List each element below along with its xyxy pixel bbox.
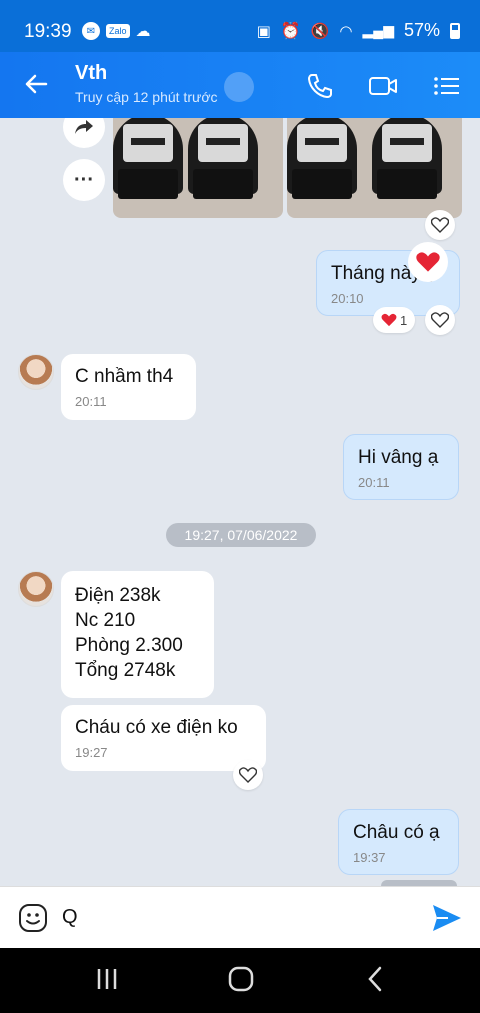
message-line: Tổng 2748k xyxy=(75,660,176,681)
message-input[interactable]: Q xyxy=(62,906,78,929)
heart-reaction-icon xyxy=(408,242,448,282)
meter-image xyxy=(113,118,183,199)
home-icon[interactable] xyxy=(228,966,254,992)
zalo-icon: Zalo xyxy=(106,24,130,38)
back-arrow-icon[interactable] xyxy=(22,70,50,98)
meter-photo-1[interactable] xyxy=(113,118,283,218)
notification-icons: ✉ Zalo ☁ xyxy=(82,22,151,40)
messenger-bubble-icon xyxy=(224,72,254,102)
message-outgoing[interactable]: Hi vâng ạ 20:11 xyxy=(343,434,459,500)
reaction-count-value: 1 xyxy=(400,312,408,328)
date-separator: 19:27, 07/06/2022 xyxy=(166,523,316,547)
battery-icon xyxy=(450,22,460,39)
message-input-bar: Q xyxy=(0,886,480,948)
chat-messages[interactable]: ··· Tháng này ạ 20:10 1 C nhầm th4 20:11… xyxy=(0,118,480,886)
message-time: 20:11 xyxy=(75,394,107,409)
avatar[interactable] xyxy=(18,571,54,607)
contact-name[interactable]: Vth xyxy=(75,62,107,85)
react-heart-icon[interactable] xyxy=(425,210,455,240)
message-incoming[interactable]: Điện 238k Nc 210 Phòng 2.300 Tổng 2748k xyxy=(61,571,214,698)
message-time: 20:11 xyxy=(358,475,390,490)
system-navigation-bar xyxy=(0,948,480,1013)
message-line: Nc 210 xyxy=(75,610,136,631)
battery-saver-icon: ▣ xyxy=(256,22,271,40)
meter-image xyxy=(287,118,357,199)
battery-level: 57% xyxy=(403,20,440,40)
message-text: Hi vâng ạ xyxy=(358,447,439,468)
back-icon[interactable] xyxy=(366,966,384,992)
message-line: Điện 238k xyxy=(75,585,161,606)
weather-icon: ☁ xyxy=(135,23,151,40)
more-options-icon[interactable]: ··· xyxy=(63,159,105,201)
react-heart-icon[interactable] xyxy=(425,305,455,335)
meter-image xyxy=(188,118,258,199)
message-time: 20:10 xyxy=(331,291,364,306)
meter-image xyxy=(372,118,442,199)
message-time: 19:37 xyxy=(353,850,386,865)
last-seen: Truy cập 12 phút trước xyxy=(75,89,218,105)
chat-header: Vth Truy cập 12 phút trước xyxy=(0,52,480,118)
system-icons: ▣ ⏰ 🔇 ◠ ▂▄▆ 57% xyxy=(257,20,460,41)
react-heart-icon[interactable] xyxy=(233,760,263,790)
message-outgoing[interactable]: Châu có ạ 19:37 xyxy=(338,809,459,875)
phone-call-icon[interactable] xyxy=(304,70,336,102)
recent-apps-icon[interactable] xyxy=(95,966,119,992)
sticker-icon[interactable] xyxy=(17,902,49,934)
send-icon[interactable] xyxy=(430,901,464,935)
messenger-icon: ✉ xyxy=(82,22,100,40)
avatar[interactable] xyxy=(18,354,54,390)
signal-icon: ▂▄▆ xyxy=(362,22,394,38)
video-call-icon[interactable] xyxy=(367,70,399,102)
alarm-icon: ⏰ xyxy=(280,22,301,40)
message-text: Cháu có xe điện ko xyxy=(75,717,238,738)
wifi-icon: ◠ xyxy=(339,22,353,40)
message-incoming[interactable]: C nhầm th4 20:11 xyxy=(61,354,196,420)
menu-list-icon[interactable] xyxy=(431,70,463,102)
reaction-count[interactable]: 1 xyxy=(373,307,416,333)
forward-icon[interactable] xyxy=(63,118,105,148)
mute-icon: 🔇 xyxy=(310,22,330,40)
message-incoming[interactable]: Cháu có xe điện ko 19:27 xyxy=(61,705,266,771)
meter-photo-2[interactable] xyxy=(287,118,462,218)
message-time: 19:27 xyxy=(75,745,108,760)
message-text: C nhầm th4 xyxy=(75,366,174,387)
message-text: Châu có ạ xyxy=(353,822,440,843)
status-time: 19:39 xyxy=(24,21,72,42)
message-line: Phòng 2.300 xyxy=(75,635,183,656)
